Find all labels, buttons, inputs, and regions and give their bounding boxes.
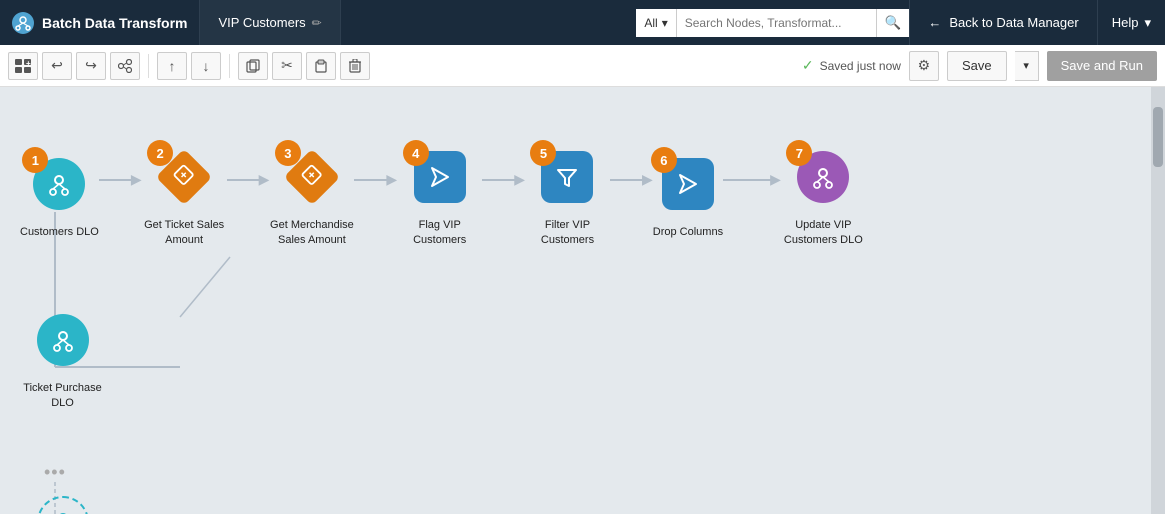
- node-icon: [675, 171, 701, 197]
- arrow-icon: ▶: [514, 171, 525, 188]
- node-2-shape[interactable]: 2: [149, 142, 219, 212]
- saved-status: ✓ Saved just now: [802, 57, 901, 74]
- delete-button[interactable]: [340, 52, 370, 80]
- search-button[interactable]: 🔍: [876, 9, 910, 37]
- filter-select[interactable]: All ▾: [636, 9, 675, 37]
- node-3: 3 Get Merchandise Sales Amount: [269, 142, 354, 248]
- node-5-label: Filter VIP Customers: [525, 218, 610, 248]
- node-1-label: Customers DLO: [20, 225, 99, 240]
- svg-text:+: +: [26, 59, 31, 68]
- search-input[interactable]: [676, 9, 876, 37]
- arrow-icon: ▶: [131, 171, 142, 188]
- node-5: 5 Filter VIP Customers: [525, 142, 610, 248]
- edit-icon[interactable]: ✏: [312, 16, 322, 30]
- app-logo: Batch Data Transform: [0, 0, 200, 45]
- save-copy-button[interactable]: [238, 52, 268, 80]
- app-name: Batch Data Transform: [42, 15, 187, 31]
- connector-2-3: ▶: [227, 160, 270, 230]
- node-map-button[interactable]: [110, 52, 140, 80]
- toolbar: + ↩ ↪ ↑ ↓ ✂: [0, 45, 1165, 87]
- search-bar: All ▾ 🔍: [636, 9, 909, 37]
- node-6-label: Drop Columns: [653, 225, 723, 240]
- ticket-purchase-label: Ticket Purchase DLO: [20, 381, 105, 411]
- scrollbar-thumb[interactable]: [1153, 107, 1163, 167]
- node-icon: [174, 165, 194, 190]
- help-label: Help: [1112, 15, 1139, 30]
- help-menu[interactable]: Help ▾: [1098, 0, 1165, 45]
- upload-button[interactable]: ↑: [157, 52, 187, 80]
- node-icon: [554, 164, 580, 190]
- vertical-scrollbar[interactable]: [1151, 87, 1165, 514]
- arrow-icon: ▶: [386, 171, 397, 188]
- node-4-label: Flag VIP Customers: [397, 218, 482, 248]
- arrow-icon: ▶: [259, 171, 270, 188]
- node-4: 4 Flag VIP Customers: [397, 142, 482, 248]
- cut-button[interactable]: ✂: [272, 52, 302, 80]
- arrow-icon: ▶: [642, 171, 653, 188]
- node-icon: [810, 164, 836, 190]
- check-icon: ✓: [802, 57, 814, 74]
- back-arrow-icon: ←: [928, 15, 941, 30]
- node-icon: [427, 164, 453, 190]
- toolbar-right: ✓ Saved just now ⚙ Save ▾ Save and Run: [802, 51, 1157, 81]
- arrow-icon: ▶: [770, 171, 781, 188]
- undo-button[interactable]: ↩: [42, 52, 72, 80]
- merchandise-purchase-shape[interactable]: [28, 487, 98, 514]
- ticket-purchase-shape[interactable]: [28, 305, 98, 375]
- node-6: 6 Drop Columns: [653, 149, 723, 240]
- node-3-shape[interactable]: 3: [277, 142, 347, 212]
- node-1: 1 Customers DLO: [20, 149, 99, 240]
- node-7-shape[interactable]: 7: [788, 142, 858, 212]
- node-3-label: Get Merchandise Sales Amount: [269, 218, 354, 248]
- saved-text: Saved just now: [820, 59, 901, 73]
- node-icon: [302, 165, 322, 190]
- redo-button[interactable]: ↪: [76, 52, 106, 80]
- chevron-down-icon: ▾: [662, 16, 668, 30]
- settings-button[interactable]: ⚙: [909, 51, 939, 81]
- add-node-button[interactable]: +: [8, 52, 38, 80]
- node-2: 2 Get Ticket Sales Amount: [142, 142, 227, 248]
- pipeline-tab[interactable]: VIP Customers ✏: [200, 0, 340, 45]
- back-label: Back to Data Manager: [949, 15, 1078, 30]
- save-button[interactable]: Save: [947, 51, 1007, 81]
- topbar: Batch Data Transform VIP Customers ✏ All…: [0, 0, 1165, 45]
- node-2-label: Get Ticket Sales Amount: [142, 218, 227, 248]
- pipeline-canvas: 1 Customers DLO ▶ 2: [0, 87, 1165, 514]
- node-6-shape[interactable]: 6: [653, 149, 723, 219]
- sub-node-merchandise: Merchandise Purchase DLO: [20, 487, 105, 514]
- node-7-label: Update VIP Customers DLO: [781, 218, 866, 248]
- paste-button[interactable]: [306, 52, 336, 80]
- connector-5-6: ▶: [610, 160, 653, 230]
- node-1-shape[interactable]: 1: [24, 149, 94, 219]
- ticket-purchase-dlo-node[interactable]: [37, 314, 89, 366]
- connector-6-7: ▶: [723, 160, 781, 230]
- save-dropdown-button[interactable]: ▾: [1015, 51, 1039, 81]
- node-icon: [50, 509, 76, 514]
- more-dots: •••: [44, 462, 66, 483]
- back-to-data-manager-button[interactable]: ← Back to Data Manager: [909, 0, 1097, 45]
- node-7: 7 Update VIP Customers DLO: [781, 142, 866, 248]
- help-chevron-icon: ▾: [1144, 15, 1151, 31]
- connector-1-2: ▶: [99, 160, 142, 230]
- badge-2: 2: [147, 140, 173, 166]
- separator-1: [148, 54, 149, 78]
- merchandise-purchase-dlo-node[interactable]: [37, 496, 89, 514]
- badge-3: 3: [275, 140, 301, 166]
- connector-4-5: ▶: [482, 160, 525, 230]
- node-icon: [46, 171, 72, 197]
- download-button[interactable]: ↓: [191, 52, 221, 80]
- tab-name: VIP Customers: [218, 15, 305, 30]
- node-4-shape[interactable]: 4: [405, 142, 475, 212]
- badge-4: 4: [403, 140, 429, 166]
- separator-2: [229, 54, 230, 78]
- sub-node-ticket: Ticket Purchase DLO: [20, 305, 105, 411]
- node-icon: [50, 327, 76, 353]
- node-5-shape[interactable]: 5: [532, 142, 602, 212]
- save-and-run-button[interactable]: Save and Run: [1047, 51, 1157, 81]
- logo-icon: [12, 12, 34, 34]
- pipeline-row: 1 Customers DLO ▶ 2: [20, 142, 866, 248]
- connector-3-4: ▶: [354, 160, 397, 230]
